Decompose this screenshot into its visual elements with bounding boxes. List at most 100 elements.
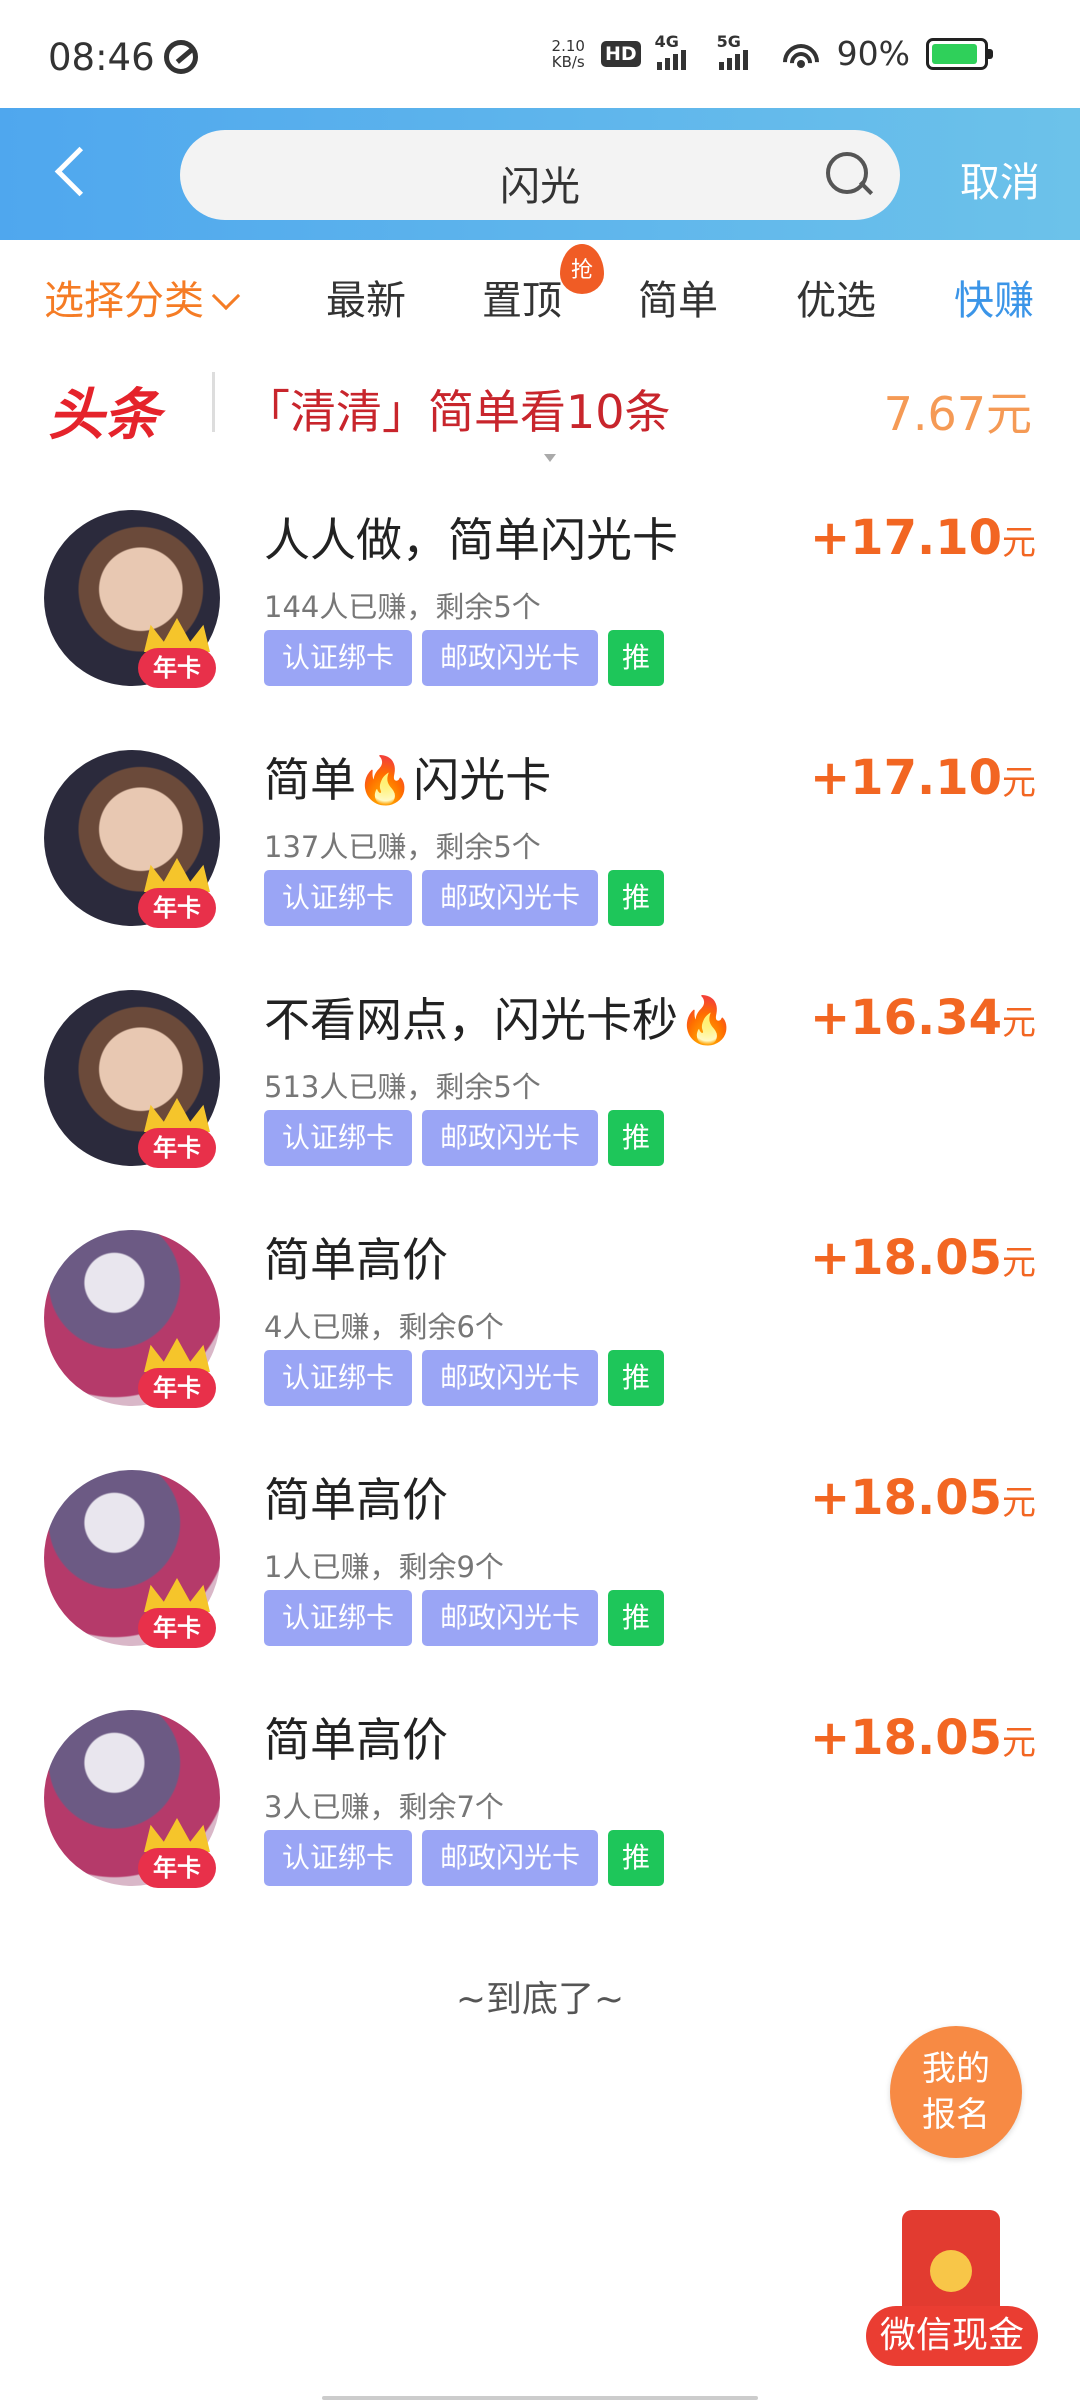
tab-quick-earn[interactable]: 快赚 xyxy=(954,268,1034,326)
task-stats: 144人已赚，剩余5个 xyxy=(264,590,541,624)
task-tags: 认证绑卡 邮政闪光卡 推 xyxy=(264,1830,665,1886)
reward-amount: +17.10 xyxy=(809,750,1002,806)
task-reward: +17.10元 xyxy=(810,510,1036,566)
hot-flame-badge: 抢 xyxy=(560,244,604,294)
reward-unit: 元 xyxy=(1002,523,1036,563)
crown-badge-label: 年卡 xyxy=(138,888,216,928)
task-item[interactable]: 年卡 简单高价 3人已赚，剩余7个 认证绑卡 邮政闪光卡 推 +18.05元 xyxy=(0,1690,1080,1930)
tag-verify-card: 认证绑卡 xyxy=(264,1110,413,1166)
task-stats: 3人已赚，剩余7个 xyxy=(264,1790,504,1824)
crown-badge-label: 年卡 xyxy=(138,1368,216,1408)
task-item[interactable]: 年卡 不看网点，闪光卡秒🔥 513人已赚，剩余5个 认证绑卡 邮政闪光卡 推 +… xyxy=(0,970,1080,1210)
task-item[interactable]: 年卡 简单高价 4人已赚，剩余6个 认证绑卡 邮政闪光卡 推 +18.05元 xyxy=(0,1210,1080,1450)
crown-badge: 年卡 xyxy=(138,1578,216,1650)
cancel-button[interactable]: 取消 xyxy=(960,150,1040,208)
my-signup-line-2: 报名 xyxy=(922,2095,990,2135)
battery-level xyxy=(932,43,977,64)
signal-4g-label: 4G xyxy=(654,31,679,51)
home-indicator[interactable] xyxy=(322,2396,758,2400)
task-title: 简单高价 xyxy=(264,1713,448,1767)
my-signup-line-1: 我的 xyxy=(922,2049,990,2089)
task-reward: +17.10元 xyxy=(810,750,1036,806)
task-reward: +18.05元 xyxy=(810,1470,1036,1526)
chevron-down-icon xyxy=(211,281,241,311)
network-speed: 2.10 KB/s xyxy=(552,38,585,70)
crown-badge: 年卡 xyxy=(138,1818,216,1890)
task-title: 不看网点，闪光卡秒🔥 xyxy=(264,993,736,1047)
reward-unit: 元 xyxy=(1002,1723,1036,1763)
hd-icon: HD xyxy=(600,40,641,67)
tag-postal-card: 邮政闪光卡 xyxy=(422,1110,599,1166)
network-speed-unit: KB/s xyxy=(551,52,585,71)
task-tags: 认证绑卡 邮政闪光卡 推 xyxy=(264,630,665,686)
crown-badge: 年卡 xyxy=(138,618,216,690)
reward-amount: +17.10 xyxy=(809,510,1002,566)
headline-banner[interactable]: 头条 「清清」简单看10条 7.67元 xyxy=(0,360,1080,462)
wifi-icon xyxy=(780,37,821,70)
tag-recommended: 推 xyxy=(608,1350,665,1406)
status-bar: 08:46 2.10 KB/s HD 4G 5G 90% xyxy=(0,0,1080,108)
reward-unit: 元 xyxy=(1002,763,1036,803)
headline-text: 「清清」简单看10条 xyxy=(244,385,671,439)
tab-preferred[interactable]: 优选 xyxy=(796,268,876,326)
task-title: 简单🔥闪光卡 xyxy=(264,753,552,807)
network-speed-value: 2.10 xyxy=(551,36,585,55)
headline-logo: 头条 xyxy=(48,383,160,448)
category-tabs: 选择分类 最新 置顶 抢 简单 优选 快赚 xyxy=(0,240,1080,350)
task-title: 简单高价 xyxy=(264,1473,448,1527)
tag-verify-card: 认证绑卡 xyxy=(264,870,413,926)
category-select[interactable]: 选择分类 xyxy=(44,268,241,326)
crown-badge-label: 年卡 xyxy=(138,1128,216,1168)
battery-percent: 90% xyxy=(836,34,910,73)
headline-amount: 7.67元 xyxy=(883,387,1032,441)
task-title: 简单高价 xyxy=(264,1233,448,1287)
task-title: 人人做，简单闪光卡 xyxy=(264,513,678,567)
crown-badge-label: 年卡 xyxy=(138,1608,216,1648)
task-tags: 认证绑卡 邮政闪光卡 推 xyxy=(264,870,665,926)
signal-5g-label: 5G xyxy=(716,31,741,51)
reward-unit: 元 xyxy=(1002,1483,1036,1523)
task-stats: 137人已赚，剩余5个 xyxy=(264,830,541,864)
reward-amount: +18.05 xyxy=(809,1230,1002,1286)
task-item[interactable]: 年卡 人人做，简单闪光卡 144人已赚，剩余5个 认证绑卡 邮政闪光卡 推 +1… xyxy=(0,490,1080,730)
search-icon[interactable] xyxy=(824,150,872,198)
tag-recommended: 推 xyxy=(608,1830,665,1886)
tab-pinned[interactable]: 置顶 xyxy=(482,268,562,326)
category-select-label: 选择分类 xyxy=(44,278,204,324)
end-of-list: ~到底了~ xyxy=(455,1979,625,2020)
signal-5g-icon: 5G xyxy=(717,32,765,70)
task-stats: 4人已赚，剩余6个 xyxy=(264,1310,504,1344)
tag-postal-card: 邮政闪光卡 xyxy=(422,1830,599,1886)
tag-postal-card: 邮政闪光卡 xyxy=(422,1590,599,1646)
crown-badge: 年卡 xyxy=(138,1098,216,1170)
task-item[interactable]: 年卡 简单🔥闪光卡 137人已赚，剩余5个 认证绑卡 邮政闪光卡 推 +17.1… xyxy=(0,730,1080,970)
reward-unit: 元 xyxy=(1002,1003,1036,1043)
task-item[interactable]: 年卡 简单高价 1人已赚，剩余9个 认证绑卡 邮政闪光卡 推 +18.05元 xyxy=(0,1450,1080,1690)
tag-postal-card: 邮政闪光卡 xyxy=(422,870,599,926)
tag-recommended: 推 xyxy=(608,1110,665,1166)
tab-simple[interactable]: 简单 xyxy=(638,268,718,326)
caret-down-icon xyxy=(544,454,556,462)
signal-4g-icon: 4G xyxy=(655,32,703,70)
search-query: 闪光 xyxy=(500,164,580,210)
my-signup-button[interactable]: 我的 报名 xyxy=(890,2026,1022,2158)
task-tags: 认证绑卡 邮政闪光卡 推 xyxy=(264,1590,665,1646)
tag-verify-card: 认证绑卡 xyxy=(264,1590,413,1646)
back-arrow-icon[interactable] xyxy=(42,142,102,202)
sync-icon xyxy=(164,40,198,74)
reward-amount: +18.05 xyxy=(809,1710,1002,1766)
tab-latest[interactable]: 最新 xyxy=(326,268,406,326)
tag-recommended: 推 xyxy=(608,870,665,926)
tag-verify-card: 认证绑卡 xyxy=(264,1830,413,1886)
crown-badge: 年卡 xyxy=(138,1338,216,1410)
wechat-cash-button[interactable]: 微信现金 xyxy=(866,2210,1038,2370)
status-time: 08:46 xyxy=(48,36,155,79)
task-reward: +18.05元 xyxy=(810,1230,1036,1286)
task-stats: 1人已赚，剩余9个 xyxy=(264,1550,504,1584)
reward-unit: 元 xyxy=(1002,1243,1036,1283)
status-icons: 2.10 KB/s HD 4G 5G 90% xyxy=(552,32,993,73)
reward-amount: +18.05 xyxy=(809,1470,1002,1526)
task-reward: +16.34元 xyxy=(810,990,1036,1046)
search-input[interactable]: 闪光 xyxy=(180,130,900,220)
tag-verify-card: 认证绑卡 xyxy=(264,630,413,686)
